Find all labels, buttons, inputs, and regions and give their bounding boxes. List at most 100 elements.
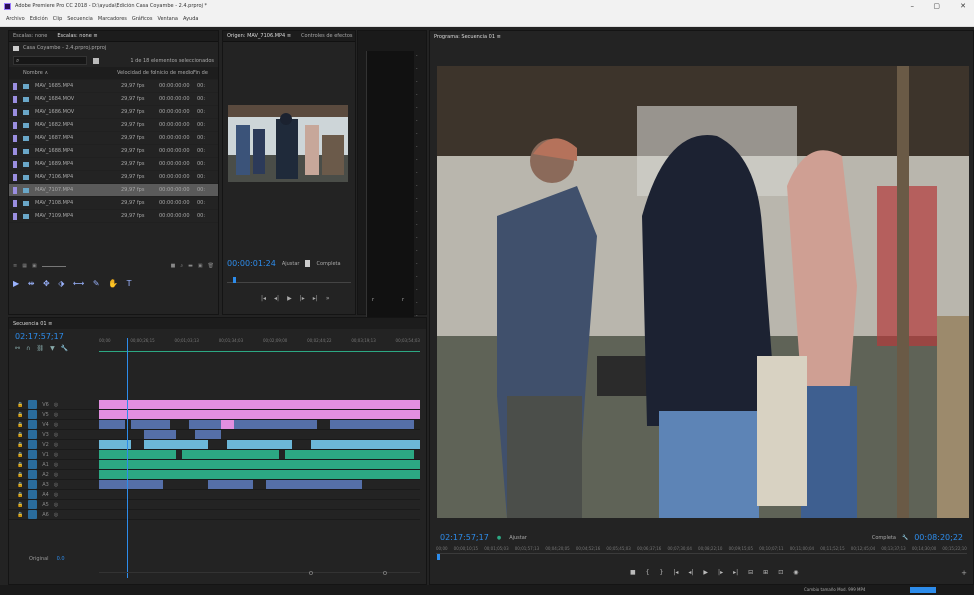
program-fit-select[interactable]: Ajustar	[509, 535, 527, 541]
visibility-icon[interactable]: ◎	[54, 462, 58, 468]
rewind-icon[interactable]: ◂|	[274, 295, 279, 302]
play-icon[interactable]: ▶	[287, 295, 292, 302]
list-view-icon[interactable]: ≡	[13, 263, 17, 269]
timeline-clip[interactable]	[99, 400, 420, 409]
label-color-swatch[interactable]	[13, 95, 17, 103]
list-item[interactable]: MAV_1685.MP4 29,97 fps 00:00:00:00 00:	[9, 80, 218, 93]
source-playhead[interactable]	[233, 277, 236, 283]
scroll-handle-left[interactable]: O	[309, 571, 313, 577]
meter-solo-right[interactable]: r	[402, 297, 404, 303]
lock-icon[interactable]: 🔒	[17, 422, 23, 428]
timeline-clip[interactable]	[99, 420, 125, 429]
lock-icon[interactable]: 🔒	[17, 492, 23, 498]
freeform-view-icon[interactable]: ▣	[32, 263, 37, 269]
timeline-clip[interactable]	[253, 420, 318, 429]
target-toggle[interactable]	[28, 450, 38, 459]
timeline-clip[interactable]	[227, 440, 292, 449]
timeline-clip[interactable]	[220, 420, 234, 429]
timeline-clip[interactable]	[182, 450, 279, 459]
wrench-icon[interactable]: 🔧	[902, 535, 908, 541]
list-item[interactable]: MAV_1687.MP4 29,97 fps 00:00:00:00 00:	[9, 132, 218, 145]
visibility-icon[interactable]: ◎	[54, 452, 58, 458]
visibility-icon[interactable]: ◎	[54, 512, 58, 518]
timeline-ruler[interactable]: 00;00 00;00;26;15 00;01;03;13 00;01;34;03 00…	[99, 338, 420, 352]
lock-icon[interactable]: 🔒	[17, 462, 23, 468]
label-color-swatch[interactable]	[13, 134, 17, 142]
tab-source[interactable]: Origen: MAV_7106.MP4 ≡	[227, 33, 291, 39]
scroll-handle-right[interactable]: O	[383, 571, 387, 577]
export-frame-icon[interactable]: ⊡	[778, 569, 783, 576]
menu-graficos[interactable]: Gráficos	[132, 16, 153, 22]
source-timecode[interactable]: 00:00:01:24	[227, 259, 276, 268]
timeline-clip[interactable]	[143, 430, 177, 439]
target-toggle[interactable]	[28, 440, 38, 449]
trash-icon[interactable]: 🗑	[208, 263, 214, 269]
lock-icon[interactable]: 🔒	[17, 412, 23, 418]
timeline-clip[interactable]	[208, 480, 254, 489]
lock-icon[interactable]: 🔒	[17, 502, 23, 508]
add-button-icon[interactable]: +	[961, 569, 967, 577]
mark-out-icon[interactable]: }	[660, 569, 664, 576]
linked-icon[interactable]: ⛓	[36, 345, 44, 352]
label-color-swatch[interactable]	[13, 186, 17, 194]
maximize-icon[interactable]: ▢	[933, 2, 940, 10]
visibility-icon[interactable]: ◎	[54, 442, 58, 448]
add-marker-icon[interactable]: ■	[630, 569, 636, 576]
original-value[interactable]: 0.0	[57, 556, 65, 562]
step-back-icon[interactable]: |◂	[261, 295, 266, 302]
forward-icon[interactable]: |▸	[300, 295, 305, 302]
target-toggle[interactable]	[28, 470, 38, 479]
camera-icon[interactable]: ◉	[793, 569, 798, 576]
target-toggle[interactable]	[28, 410, 38, 419]
meter-solo-left[interactable]: r	[372, 297, 374, 303]
menu-ventana[interactable]: Ventana	[157, 16, 178, 22]
menu-edicion[interactable]: Edición	[30, 16, 48, 22]
label-color-swatch[interactable]	[13, 121, 17, 129]
label-color-swatch[interactable]	[13, 212, 17, 220]
menu-secuencia[interactable]: Secuencia	[67, 16, 93, 22]
step-forward-icon[interactable]: |▸	[718, 569, 723, 576]
timeline-clip[interactable]	[99, 470, 420, 479]
timeline-timecode[interactable]: 02:17:57;17	[15, 332, 64, 341]
col-name[interactable]: Nombre ∧	[9, 70, 117, 76]
target-toggle[interactable]	[28, 490, 38, 499]
source-fit-select[interactable]: Ajustar	[282, 261, 300, 267]
go-to-out-icon[interactable]: ▸|	[733, 569, 738, 576]
lock-icon[interactable]: 🔒	[17, 512, 23, 518]
tab-program[interactable]: Programa: Secuencia 01 ≡	[434, 34, 501, 40]
list-item[interactable]: MAV_1684.MOV 29,97 fps 00:00:00:00 00:	[9, 93, 218, 106]
target-toggle[interactable]	[28, 430, 38, 439]
tab-effect-controls[interactable]: Controles de efectos	[301, 33, 352, 39]
list-item[interactable]: MAV_7109.MP4 29,97 fps 00:00:00:00 00:	[9, 210, 218, 223]
visibility-icon[interactable]: ◎	[54, 432, 58, 438]
timeline-clip[interactable]	[99, 450, 177, 459]
target-toggle[interactable]	[28, 500, 38, 509]
lock-icon[interactable]: 🔒	[17, 432, 23, 438]
lock-icon[interactable]: 🔒	[17, 482, 23, 488]
nest-icon[interactable]: ⚯	[15, 345, 20, 352]
target-toggle[interactable]	[28, 480, 38, 489]
tab-project-1[interactable]: Escalas: none	[13, 33, 47, 39]
visibility-icon[interactable]: ◎	[54, 502, 58, 508]
go-to-in-icon[interactable]: |◂	[673, 569, 678, 576]
timeline-clip[interactable]	[310, 440, 420, 449]
label-color-swatch[interactable]	[13, 108, 17, 116]
timeline-clip[interactable]	[99, 460, 420, 469]
new-item-icon-2[interactable]: ▣	[198, 263, 203, 269]
label-color-swatch[interactable]	[13, 147, 17, 155]
step-forward-icon[interactable]: ▸|	[313, 295, 318, 302]
lift-icon[interactable]: ⊟	[748, 569, 753, 576]
program-quality-select[interactable]: Completa	[872, 535, 896, 541]
visibility-icon[interactable]: ◎	[54, 482, 58, 488]
new-bin-icon[interactable]	[93, 57, 99, 64]
visibility-icon[interactable]: ◎	[54, 492, 58, 498]
play-icon[interactable]: ▶	[703, 569, 708, 576]
timeline-clip[interactable]	[285, 450, 414, 459]
list-item[interactable]: MAV_1686.MOV 29,97 fps 00:00:00:00 00:	[9, 106, 218, 119]
list-item[interactable]: MAV_1689.MP4 29,97 fps 00:00:00:00 00:	[9, 158, 218, 171]
menu-clip[interactable]: Clip	[53, 16, 62, 22]
lock-icon[interactable]: 🔒	[17, 452, 23, 458]
settings-wrench-icon[interactable]: 🔧	[61, 345, 68, 352]
timeline-clip[interactable]	[99, 410, 420, 419]
list-item[interactable]: MAV_7108.MP4 29,97 fps 00:00:00:00 00:	[9, 197, 218, 210]
